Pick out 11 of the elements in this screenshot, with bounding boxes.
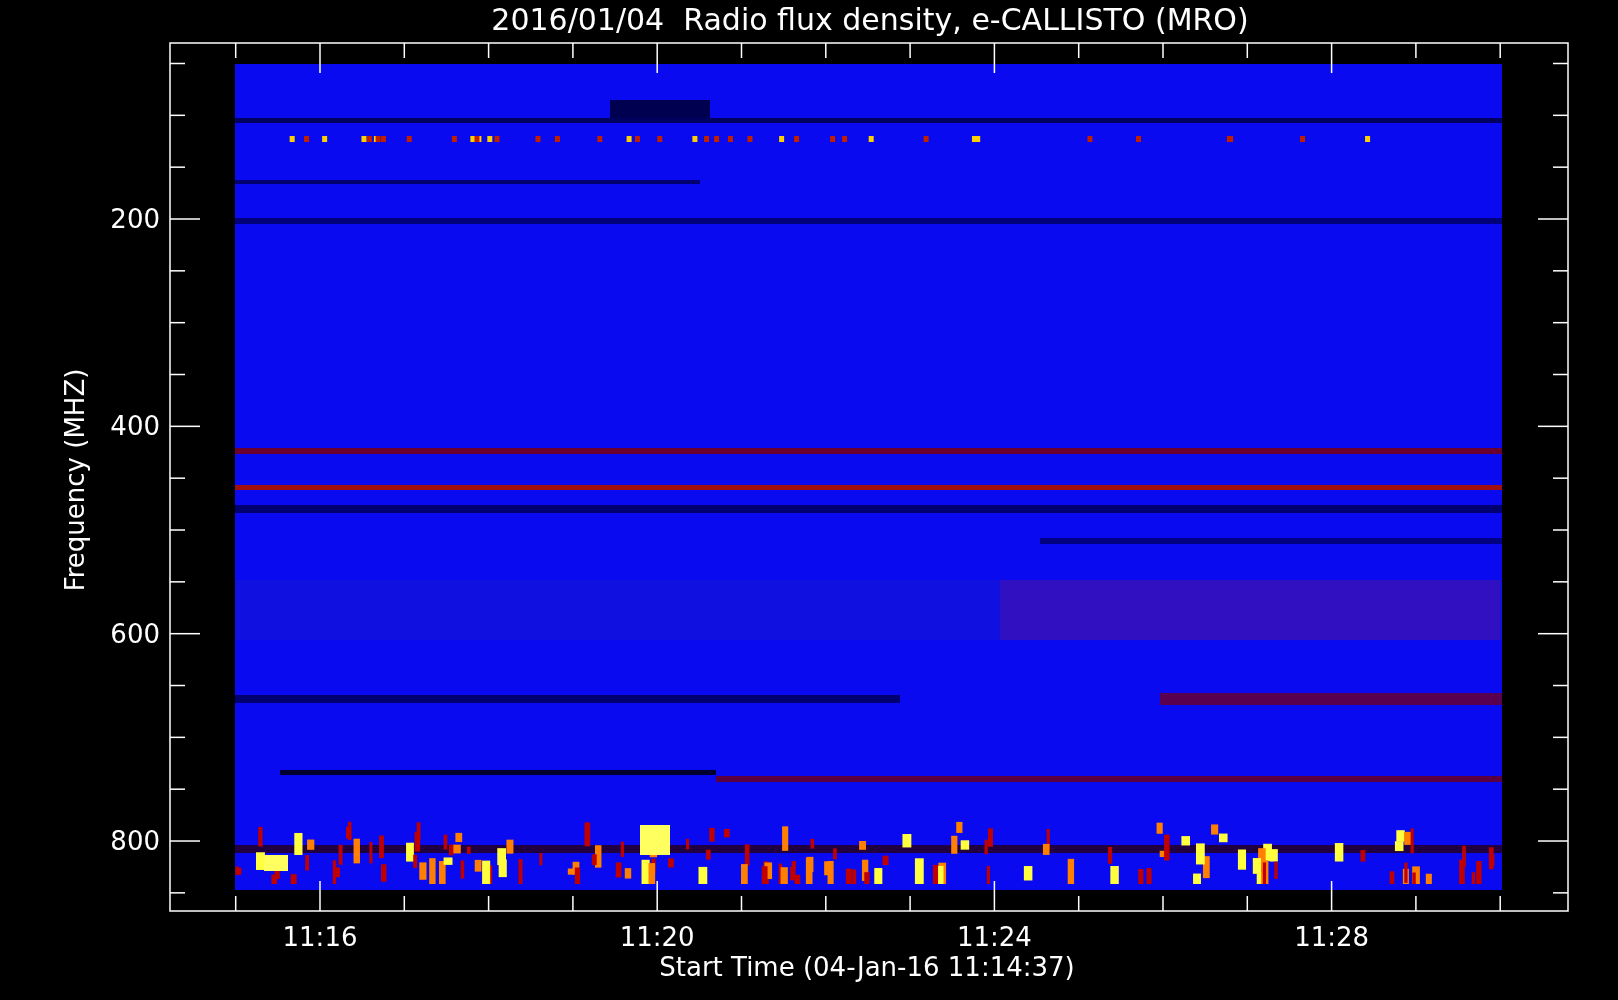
y-tick-label: 400 [110, 411, 160, 442]
x-tick-label: 11:24 [956, 922, 1032, 952]
y-tick-label: 800 [110, 826, 160, 856]
y-tick-label: 600 [110, 618, 160, 649]
y-tick-label: 200 [110, 204, 160, 234]
x-tick-label: 11:28 [1294, 922, 1370, 952]
x-axis-label: Start Time (04-Jan-16 11:14:37) [659, 952, 1075, 982]
x-tick-label: 11:16 [282, 922, 358, 952]
y-axis-label: Frequency (MHZ) [60, 368, 90, 592]
x-tick-label: 11:20 [619, 922, 695, 952]
chart-title: 2016/01/04 Radio flux density, e-CALLISTO (MRO) [491, 2, 1249, 37]
